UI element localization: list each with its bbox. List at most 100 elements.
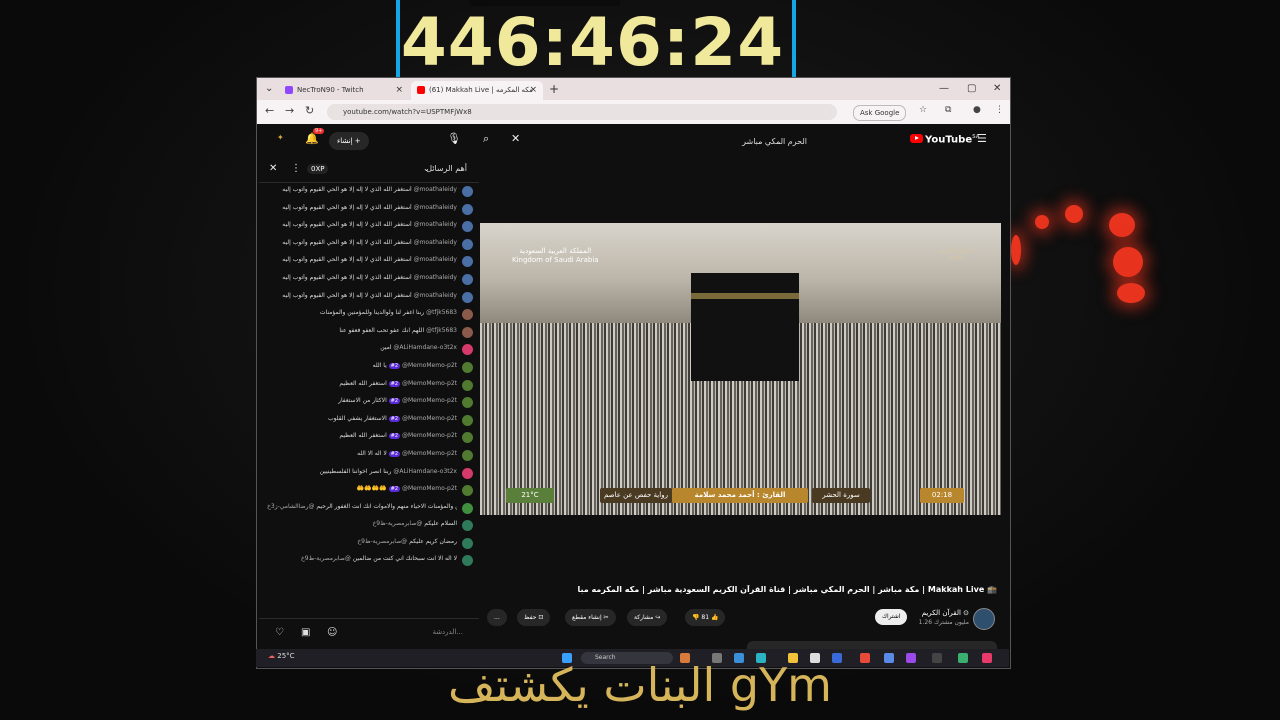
new-tab-button[interactable]: +	[549, 78, 559, 100]
mic-icon[interactable]: 🎙	[447, 132, 461, 145]
chat-avatar[interactable]	[462, 502, 473, 514]
chat-username[interactable]: @صابرمصرية-ظ9خ	[372, 520, 422, 527]
gift-icon[interactable]: ▣	[301, 627, 310, 638]
chat-message[interactable]: أستغفر الله الذي لا إله إلا هو الحي القي…	[259, 237, 479, 255]
back-icon[interactable]: ←	[265, 104, 274, 117]
clear-search-icon[interactable]: ✕	[511, 132, 520, 145]
close-window-button[interactable]: ✕	[993, 78, 1001, 100]
chat-message[interactable]: استغفر الله العظيم #2 @MemoMemo-p2t	[259, 430, 479, 448]
chat-username[interactable]: @moathaleidy	[414, 274, 457, 281]
chat-message[interactable]: ربنا انصر اخواننا الفلسطينيين @ALiHamdan…	[259, 466, 479, 484]
search-input[interactable]: الحرم المكي مباشر	[523, 132, 813, 152]
forward-icon[interactable]: →	[285, 104, 294, 117]
chat-username[interactable]: @moathaleidy	[414, 221, 457, 228]
extensions-icon[interactable]: ⧉	[945, 105, 951, 115]
chat-message[interactable]: لا اله الا الله #2 @MemoMemo-p2t	[259, 448, 479, 466]
chat-avatar[interactable]	[462, 273, 473, 285]
chat-username[interactable]: @ALiHamdane-o3t2x	[393, 344, 457, 351]
chat-avatar[interactable]	[462, 221, 473, 233]
chat-avatar[interactable]	[462, 537, 473, 549]
channel-avatar-icon[interactable]: ✦	[277, 133, 284, 142]
bookmark-star-icon[interactable]: ☆	[919, 105, 927, 115]
chat-avatar[interactable]	[462, 520, 473, 532]
heart-icon[interactable]: ♡	[275, 627, 284, 638]
chat-avatar[interactable]	[462, 291, 473, 303]
chat-avatar[interactable]	[462, 203, 473, 215]
chat-message[interactable]: لا اله الا انت سبحانك اني كنت من ضالمين …	[259, 553, 479, 571]
chat-message[interactable]: أستغفر الله الذي لا إله إلا هو الحي القي…	[259, 202, 479, 220]
chat-avatar[interactable]	[462, 449, 473, 461]
chat-message[interactable]: اللهم انك عفو تحب العفو فعفو عنا @tfjk56…	[259, 325, 479, 343]
chat-message[interactable]: 🤲🤲🤲🤲 #2 @MemoMemo-p2t	[259, 483, 479, 501]
channel-info[interactable]: اشتراك القرآن الكريم ⊙ 1.26 مليون مشترك	[875, 608, 995, 630]
chat-message[interactable]: السلام عليكم @صابرمصرية-ظ9خ	[259, 518, 479, 536]
chat-avatar[interactable]	[462, 485, 473, 497]
profile-icon[interactable]: ●	[973, 105, 981, 115]
chat-message[interactable]: أستغفر الله الذي لا إله إلا هو الحي القي…	[259, 272, 479, 290]
share-button[interactable]: مشاركة ↪	[627, 609, 668, 626]
ask-google-button[interactable]: Ask Google	[853, 105, 907, 121]
chat-avatar[interactable]	[462, 555, 473, 567]
chat-username[interactable]: @MemoMemo-p2t	[402, 362, 457, 369]
close-icon[interactable]: ×	[395, 81, 403, 100]
chat-message[interactable]: الاستغفار يشفي القلوب #2 @MemoMemo-p2t	[259, 413, 479, 431]
chat-message[interactable]: أستغفر الله الذي لا إله إلا هو الحي القي…	[259, 290, 479, 308]
chat-message[interactable]: امين @ALiHamdane-o3t2x	[259, 342, 479, 360]
video-player[interactable]: المملكة العربية السعودية Kingdom of Saud…	[480, 223, 1001, 515]
chat-username[interactable]: @صابرمصرية-ظ9خ	[301, 555, 351, 562]
chat-message[interactable]: استغفر الله العظيم #2 @MemoMemo-p2t	[259, 378, 479, 396]
chat-input[interactable]: الدردشة...	[432, 628, 463, 636]
chat-message[interactable]: الاكثار من الاستغفار #2 @MemoMemo-p2t	[259, 395, 479, 413]
chat-avatar[interactable]	[462, 397, 473, 409]
search-icon[interactable]: ⌕	[483, 132, 489, 146]
chat-username[interactable]: @moathaleidy	[414, 186, 457, 193]
tab-search-icon[interactable]: ⌄	[265, 78, 273, 100]
tab-twitch[interactable]: NecTroN90 - Twitch ×	[279, 81, 409, 100]
chat-username[interactable]: @moathaleidy	[414, 292, 457, 299]
chat-username[interactable]: @MemoMemo-p2t	[402, 380, 457, 387]
chat-username[interactable]: @MemoMemo-p2t	[402, 432, 457, 439]
chat-avatar[interactable]	[462, 344, 473, 356]
browser-menu-icon[interactable]: ⋮	[995, 105, 1004, 115]
chat-username[interactable]: @MemoMemo-p2t	[402, 450, 457, 457]
chat-avatar[interactable]	[462, 238, 473, 250]
chat-avatar[interactable]	[462, 467, 473, 479]
channel-name[interactable]: القرآن الكريم ⊙	[922, 609, 969, 617]
chat-avatar[interactable]	[462, 186, 473, 197]
chat-username[interactable]: @MemoMemo-p2t	[402, 397, 457, 404]
chat-username[interactable]: @ALiHamdane-o3t2x	[393, 468, 457, 475]
emoji-icon[interactable]: ☺	[327, 627, 337, 638]
chat-username[interactable]: @رضاالشامي-ز3خ	[267, 503, 314, 510]
chat-message[interactable]: يا الله #2 @MemoMemo-p2t	[259, 360, 479, 378]
hamburger-menu-icon[interactable]: ☰	[977, 132, 987, 145]
close-chat-icon[interactable]: ✕	[269, 163, 277, 174]
clip-button[interactable]: إنشاء مقطع ✂	[565, 609, 616, 626]
chat-avatar[interactable]	[462, 326, 473, 338]
subscribe-button[interactable]: اشتراك	[875, 609, 908, 625]
chat-message[interactable]: رمضان كريم عليكم @صابرمصرية-ظ9خ	[259, 536, 479, 554]
channel-avatar[interactable]	[973, 608, 995, 630]
chat-avatar[interactable]	[462, 361, 473, 373]
chat-avatar[interactable]	[462, 309, 473, 321]
chat-mode-label[interactable]: أهم الرسائل	[426, 164, 467, 173]
create-button[interactable]: إنشاء +	[329, 132, 369, 150]
chat-username[interactable]: @MemoMemo-p2t	[402, 415, 457, 422]
tab-makkah-live[interactable]: (61) Makkah Live | مكه المكرمه مبا ×	[411, 81, 543, 113]
chat-options-icon[interactable]: ⋮	[291, 163, 301, 174]
chat-username[interactable]: @moathaleidy	[414, 204, 457, 211]
chat-avatar[interactable]	[462, 256, 473, 268]
save-button[interactable]: حفظ ⊡	[517, 609, 551, 626]
chat-avatar[interactable]	[462, 379, 473, 391]
youtube-logo[interactable]: YouTubeSA	[910, 134, 980, 145]
chat-username[interactable]: @tfjk5683	[426, 309, 457, 316]
chat-message[interactable]: أستغفر الله الذي لا إله إلا هو الحي القي…	[259, 219, 479, 237]
chat-username[interactable]: @MemoMemo-p2t	[402, 485, 457, 492]
chat-message[interactable]: ربي اغفر لي ولوالدي والمؤمنين والمؤمنات …	[259, 501, 479, 519]
like-dislike-button[interactable]: 👎 81 👍	[685, 609, 726, 626]
chat-message[interactable]: أستغفر الله الذي لا إله إلا هو الحي القي…	[259, 184, 479, 202]
chat-username[interactable]: @moathaleidy	[414, 239, 457, 246]
chat-message-list[interactable]: أستغفر الله الذي لا إله إلا هو الحي القي…	[259, 184, 479, 614]
chat-message[interactable]: ربنا اغفر لنا ولوالدينا وللمؤمنين والمؤم…	[259, 307, 479, 325]
chat-username[interactable]: @صابرمصرية-ظ9خ	[357, 538, 407, 545]
minimize-button[interactable]: —	[939, 78, 949, 100]
